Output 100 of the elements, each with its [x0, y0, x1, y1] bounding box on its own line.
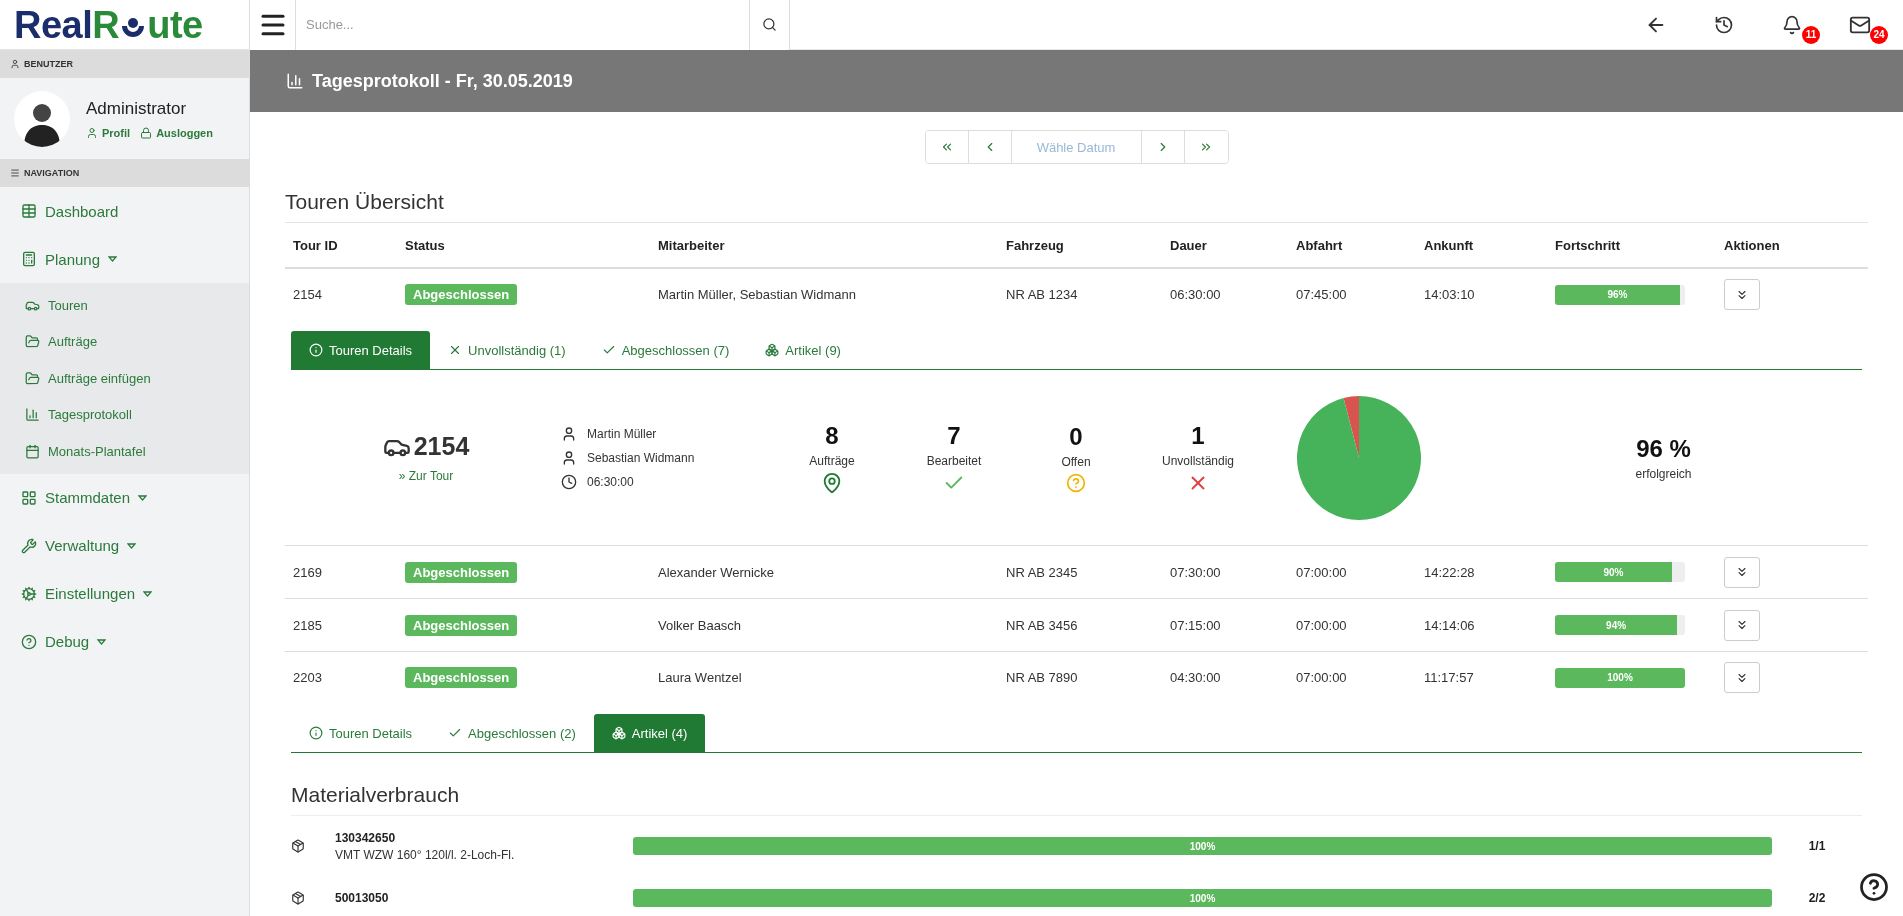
- tab[interactable]: Unvollständig (1): [430, 331, 584, 369]
- table-cell-text: 2203: [292, 670, 323, 685]
- status-badge: Abgeschlossen: [405, 614, 518, 636]
- package-icon: [291, 891, 305, 905]
- tour-id: 2154: [413, 432, 470, 461]
- nav-subitem[interactable]: Touren: [0, 287, 249, 324]
- table-cell-text: 07:30:00: [1169, 564, 1222, 580]
- employee-name: Martin Müller: [587, 426, 657, 441]
- table-cell-text: 07:00:00: [1295, 617, 1348, 633]
- expand-button[interactable]: [1724, 609, 1760, 641]
- success-label: erfolgreich: [1635, 466, 1692, 481]
- nav-subitem[interactable]: Aufträge: [0, 323, 249, 360]
- search-icon: [762, 17, 777, 32]
- history-icon: [1714, 14, 1734, 35]
- stat-label: Offen: [1061, 454, 1091, 469]
- tab[interactable]: Touren Details: [291, 331, 431, 369]
- nav-item[interactable]: Dashboard: [0, 187, 249, 235]
- caret-icon: [127, 542, 137, 549]
- menu-icon: [10, 168, 20, 178]
- folder-icon: [25, 334, 40, 350]
- user-icon: [561, 449, 577, 466]
- user-icon: [561, 425, 577, 442]
- nav-item[interactable]: Planung: [0, 235, 249, 283]
- calendar-icon: [25, 443, 40, 459]
- table-cell-text: 2185: [292, 617, 323, 633]
- menu-button[interactable]: [250, 0, 296, 50]
- profile-link[interactable]: Profil: [86, 126, 131, 139]
- progress-fill: 90%: [1555, 562, 1672, 582]
- folder-icon: [25, 370, 40, 386]
- check-icon: [601, 343, 616, 357]
- bar-chart-icon: [25, 407, 40, 423]
- nav-item[interactable]: Stammdaten: [0, 473, 249, 522]
- logout-link[interactable]: Ausloggen: [140, 126, 213, 139]
- table-cell-text: 2169: [292, 564, 323, 580]
- tab[interactable]: Abgeschlossen (7): [583, 331, 748, 369]
- logo[interactable]: RealR ute: [0, 0, 250, 50]
- page-title: Tagesprotokoll - Fr, 30.05.2019: [312, 70, 573, 92]
- double-chevron-right-icon: [1199, 140, 1213, 154]
- progress-fill: 96%: [1555, 284, 1680, 305]
- nav-item[interactable]: Einstellungen: [0, 569, 249, 618]
- boxes-icon: [611, 726, 626, 740]
- question-icon: [1066, 472, 1086, 493]
- duration: 06:30:00: [587, 474, 634, 489]
- calculator-icon: [21, 251, 37, 267]
- expand-button[interactable]: [1724, 556, 1760, 588]
- tab[interactable]: Artikel (9): [747, 331, 859, 369]
- tab[interactable]: Artikel (4): [593, 714, 706, 752]
- expand-button[interactable]: [1724, 279, 1760, 310]
- table-cell-text: 14:22:28: [1423, 564, 1476, 580]
- article-number: 50013050: [335, 891, 390, 905]
- info-icon: [309, 343, 323, 357]
- column-header: Mitarbeiter: [657, 237, 726, 253]
- stat-label: Unvollständig: [1161, 453, 1234, 468]
- section-title: Materialverbrauch: [291, 783, 1862, 816]
- nav-subitem[interactable]: Monats-Plantafel: [0, 433, 249, 470]
- tab[interactable]: Abgeschlossen (2): [430, 714, 594, 752]
- stat-value: 1: [1191, 421, 1205, 450]
- bell-icon: [1782, 14, 1802, 35]
- lock-icon: [140, 126, 153, 139]
- table-cell-text: 07:15:00: [1169, 617, 1222, 633]
- map-pin-icon: [821, 471, 843, 494]
- info-icon: [309, 726, 323, 740]
- column-header: Ankunft: [1423, 237, 1475, 253]
- table-cell-text: NR AB 3456: [1005, 617, 1079, 633]
- wrench-icon: [21, 537, 37, 554]
- table-cell-text: 07:45:00: [1295, 287, 1348, 302]
- chevrons-down-icon: [1735, 565, 1749, 579]
- table-cell-text: NR AB 1234: [1005, 287, 1079, 302]
- nav-item[interactable]: Verwaltung: [0, 521, 249, 570]
- table-cell-text: Alexander Wernicke: [657, 564, 776, 580]
- logo-text: ute: [147, 5, 203, 44]
- check-icon: [448, 726, 463, 740]
- article-count: 2/2: [1807, 891, 1827, 905]
- help-button[interactable]: [1859, 872, 1889, 902]
- notification-count: 11: [1802, 25, 1820, 44]
- table-cell-text: Martin Müller, Sebastian Widmann: [657, 287, 857, 302]
- status-badge: Abgeschlossen: [405, 561, 518, 583]
- tab[interactable]: Touren Details: [291, 714, 431, 752]
- package-icon: [291, 839, 305, 853]
- table-cell-text: 07:00:00: [1295, 564, 1348, 580]
- bar-chart-icon: [286, 72, 304, 90]
- section-heading-text: NAVIGATION: [24, 168, 80, 178]
- caret-icon: [108, 256, 118, 262]
- table-cell-text: 04:30:00: [1169, 670, 1222, 685]
- employee-name: Sebastian Widmann: [587, 450, 695, 465]
- stat-value: 7: [947, 421, 961, 450]
- pie-slice-failed: [1343, 395, 1359, 458]
- section-heading-text: BENUTZER: [24, 59, 73, 69]
- stat-value: 0: [1069, 422, 1083, 451]
- expand-button[interactable]: [1724, 662, 1760, 693]
- nav-subitem[interactable]: Tagesprotokoll: [0, 396, 249, 433]
- table-cell-text: 14:14:06: [1423, 617, 1476, 633]
- date-navigator[interactable]: Wähle Datum: [924, 130, 1229, 164]
- help-icon: [1859, 872, 1889, 902]
- table-cell-text: Volker Baasch: [657, 617, 743, 633]
- grid-icon: [21, 489, 37, 506]
- tour-link[interactable]: » Zur Tour: [398, 469, 454, 483]
- column-header: Tour ID: [292, 237, 339, 253]
- nav-subitem[interactable]: Aufträge einfügen: [0, 360, 249, 397]
- nav-item[interactable]: Debug: [0, 617, 249, 666]
